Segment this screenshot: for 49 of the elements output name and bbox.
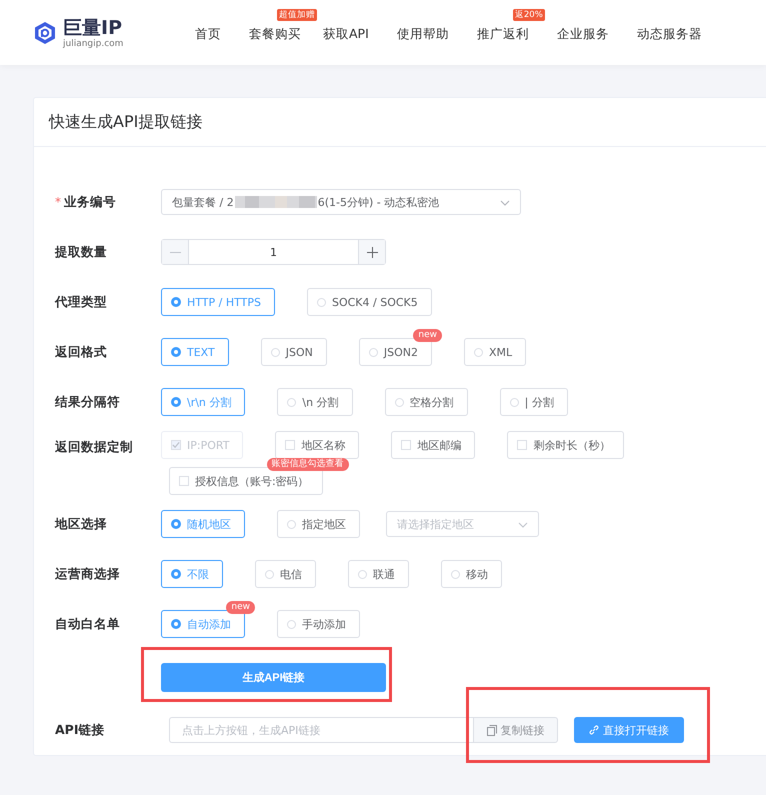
field-label: 代理类型 [55, 294, 107, 310]
checkmark-icon [172, 441, 180, 449]
radio-option[interactable]: 移动 [441, 560, 502, 588]
field-label: 返回格式 [55, 344, 107, 360]
field-label: 地区选择 [55, 516, 107, 532]
radio-option[interactable]: 手动添加 [277, 610, 360, 638]
logo-title: 巨量IP [63, 16, 123, 38]
nav-link[interactable]: 使用帮助 [396, 26, 449, 40]
field-label: 提取数量 [55, 244, 107, 260]
field-label: API链接 [55, 722, 104, 738]
select-value: 包量套餐 / 2 [172, 194, 234, 210]
field-label: 结果分隔符 [55, 394, 120, 410]
field-label: 自动白名单 [55, 616, 120, 632]
nav-link[interactable]: 动态服务器 [636, 26, 702, 40]
radio-option[interactable]: 指定地区 [277, 510, 360, 538]
new-badge: new [226, 601, 255, 614]
card-title: 快速生成API提取链接 [49, 112, 202, 132]
radio-option[interactable]: | 分割 [500, 388, 568, 416]
checkbox-option[interactable]: 剩余时长（秒） [507, 431, 624, 459]
nav-link[interactable]: 推广返利 [476, 26, 529, 40]
radio-option[interactable]: SOCK4 / SOCK5 [306, 288, 432, 316]
radio-option[interactable]: \n 分割 [277, 388, 353, 416]
nav-link[interactable]: 套餐购买 [249, 26, 301, 40]
logo-subtitle: juliangip.com [63, 38, 124, 48]
logo-icon [33, 20, 57, 46]
field-label: 业务编号 [64, 194, 116, 210]
package-select[interactable]: 包量套餐 / 2 6(1-5分钟) - 动态私密池 [161, 189, 521, 215]
radio-option[interactable]: JSON [260, 338, 327, 366]
new-badge: new [413, 329, 442, 342]
nav-link[interactable]: 获取API [323, 26, 369, 40]
hint-badge: 账密信息勾选查看 [266, 458, 349, 471]
radio-option[interactable]: 电信 [255, 560, 316, 588]
chevron-down-icon [500, 200, 510, 206]
radio-option[interactable]: 空格分割 [384, 388, 468, 416]
checkbox-option[interactable]: 地区邮编 [391, 431, 476, 459]
required-mark: * [55, 195, 61, 209]
chevron-down-icon [518, 522, 528, 528]
link-icon [589, 725, 599, 735]
promo-badge: 超值加赠 [277, 8, 317, 20]
radio-option[interactable]: XML [464, 338, 526, 366]
nav-link[interactable]: 企业服务 [556, 26, 609, 40]
radio-option[interactable]: 联通 [348, 560, 409, 588]
field-label: 运营商选择 [55, 566, 120, 582]
copy-icon [486, 724, 496, 736]
select-value: 6(1-5分钟) - 动态私密池 [318, 194, 440, 210]
field-label: 返回数据定制 [55, 439, 133, 456]
nav-link[interactable]: 首页 [195, 26, 221, 40]
promo-badge: 返20% [512, 8, 545, 20]
select-placeholder: 请选择指定地区 [397, 516, 474, 532]
